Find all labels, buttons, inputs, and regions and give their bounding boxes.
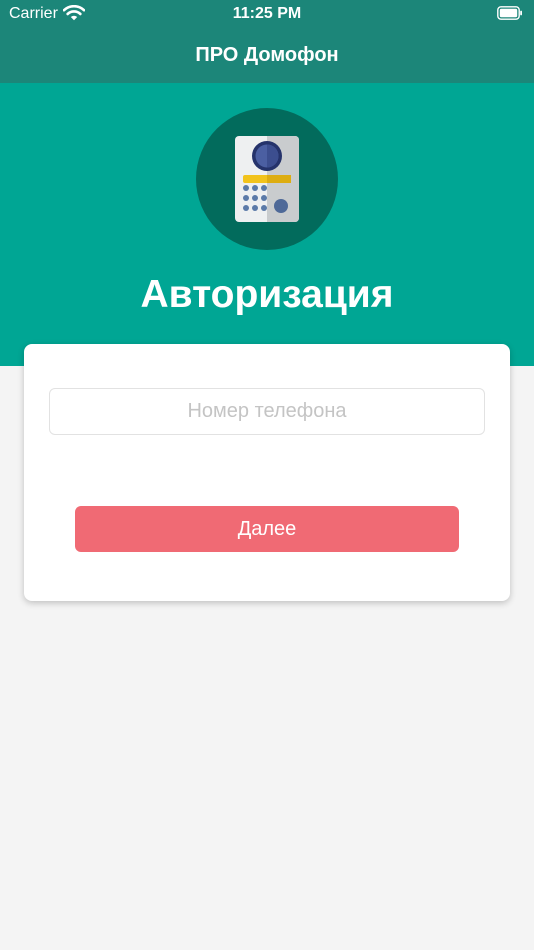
login-card: Далее	[24, 344, 510, 601]
app-title: ПРО Домофон	[195, 44, 339, 66]
next-button[interactable]: Далее	[75, 506, 459, 552]
status-time: 11:25 PM	[232, 5, 302, 22]
navigation-bar: ПРО Домофон	[0, 28, 534, 83]
page-title: Авторизация	[140, 273, 394, 316]
logo-circle	[196, 108, 338, 250]
status-bar: Carrier 11:25 PM	[0, 0, 534, 28]
auth-header: Авторизация	[0, 83, 534, 366]
battery-icon	[497, 6, 522, 20]
intercom-panel-icon	[235, 136, 299, 222]
phone-number-input[interactable]	[49, 388, 485, 435]
